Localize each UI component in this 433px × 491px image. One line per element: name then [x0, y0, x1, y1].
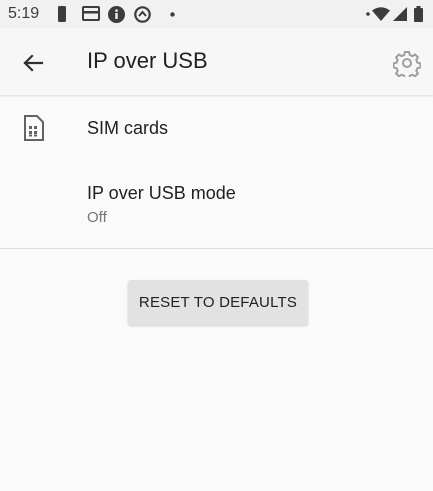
page-title: IP over USB — [87, 48, 208, 73]
pref-item-ip-over-usb-mode[interactable] — [0, 162, 433, 248]
gear-icon — [392, 51, 422, 80]
wifi-icon — [372, 7, 390, 21]
status-time: 5:19 — [8, 5, 40, 22]
cellular-signal-icon — [393, 7, 407, 21]
app-bar: IP over USB — [0, 28, 433, 95]
divider — [0, 248, 433, 249]
sim-card-icon — [24, 115, 44, 141]
small-dot-icon — [366, 12, 370, 16]
more-notifications-dot-icon — [170, 12, 175, 17]
data-saver-icon — [134, 6, 151, 23]
card-notification-icon — [82, 6, 100, 21]
battery-icon — [414, 6, 423, 22]
settings-button[interactable] — [392, 49, 422, 80]
phone-notification-icon — [58, 6, 66, 22]
pref-title-sim-cards: SIM cards — [87, 118, 169, 138]
status-bar: 5:19 — [0, 0, 433, 28]
pref-item-sim-cards[interactable] — [0, 96, 433, 162]
back-button[interactable] — [18, 48, 48, 78]
pref-title-ip-over-usb-mode: IP over USB mode — [87, 183, 236, 203]
pref-summary-ip-over-usb-mode: Off — [87, 209, 107, 226]
back-arrow-icon — [23, 54, 44, 72]
reset-to-defaults-button[interactable]: RESET TO DEFAULTS — [128, 280, 308, 325]
info-notification-icon — [108, 6, 125, 23]
screen: 5:19 IP over USB SIM cards IP over USB m… — [0, 0, 433, 491]
